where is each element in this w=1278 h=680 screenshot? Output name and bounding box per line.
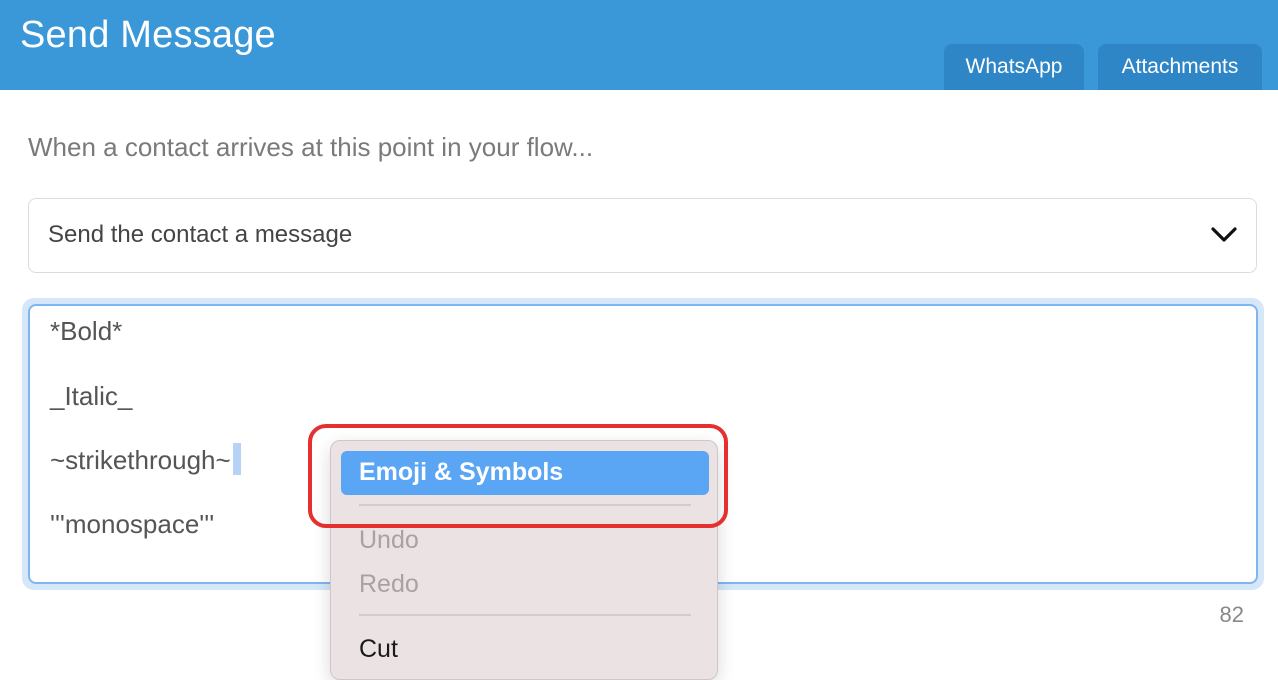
menu-item-cut[interactable]: Cut [359, 635, 398, 664]
editor-line: _Italic_ [50, 381, 133, 411]
intro-text: When a contact arrives at this point in … [28, 132, 594, 162]
editor-line: *Bold* [50, 316, 123, 346]
editor-line: ~strikethrough~ [50, 443, 241, 478]
chevron-down-icon [1211, 227, 1237, 242]
dialog-title: Send Message [20, 14, 276, 56]
menu-item-redo[interactable]: Redo [359, 570, 419, 599]
annotation-highlight-box [308, 424, 728, 528]
character-counter: 82 [1219, 602, 1244, 627]
text-selection-caret [232, 443, 241, 476]
tab-whatsapp[interactable]: WhatsApp [944, 44, 1084, 90]
action-select-value: Send the contact a message [48, 221, 353, 248]
menu-item-undo[interactable]: Undo [359, 526, 419, 555]
header-bar: Send Message WhatsApp Attachments [0, 0, 1278, 90]
tab-attachments[interactable]: Attachments [1098, 44, 1262, 90]
editor-line: '''monospace''' [50, 509, 215, 539]
menu-separator [359, 614, 691, 616]
action-select[interactable]: Send the contact a message [28, 198, 1257, 273]
editor-line-text: ~strikethrough~ [50, 445, 231, 475]
